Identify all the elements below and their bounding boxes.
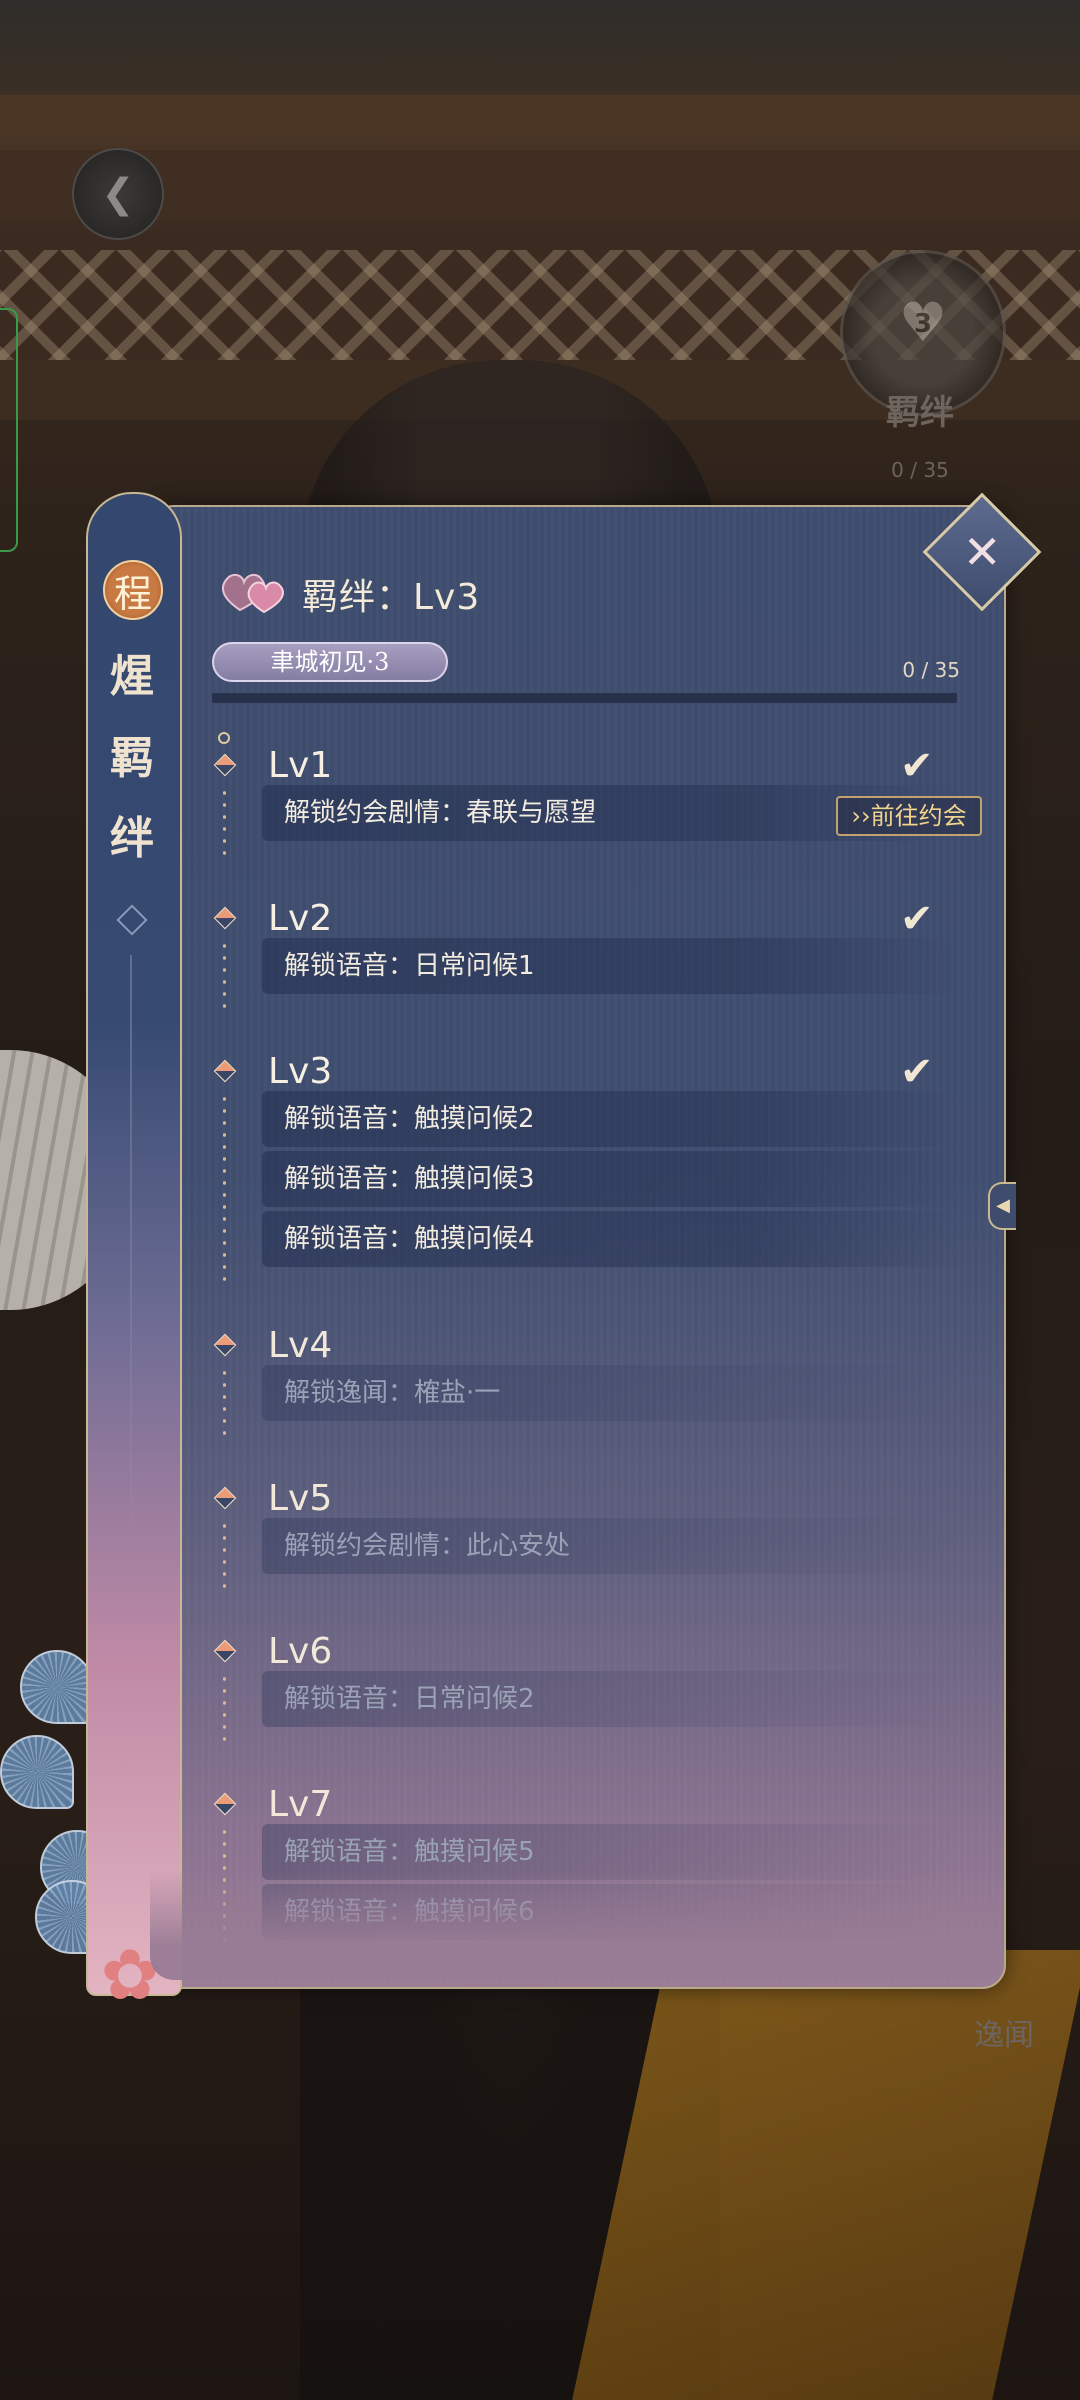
- timeline-dots: [223, 1520, 226, 1590]
- level-label: Lv5: [268, 1478, 333, 1519]
- reward-text: 解锁约会剧情：春联与愿望: [284, 798, 597, 828]
- reward-row: 解锁语音：触摸问候2: [262, 1091, 962, 1147]
- ginkgo-leaf-icon: [20, 1650, 94, 1724]
- reward-text: 解锁语音：触摸问候4: [284, 1224, 535, 1254]
- bond-emblem-progress: 0 / 35: [891, 458, 949, 482]
- timeline-dots: [223, 940, 226, 1010]
- level-diamond-icon: [213, 1333, 237, 1357]
- check-icon: ✔: [900, 1049, 934, 1095]
- level-diamond-icon: [213, 753, 237, 777]
- level-label: Lv3: [268, 1051, 333, 1092]
- bond-emblem-level: 3: [913, 309, 933, 339]
- ceiling-beam: [0, 95, 1080, 135]
- goto-date-button[interactable]: ››前往约会: [836, 796, 982, 836]
- bond-progress-text: 0 / 35: [902, 658, 960, 682]
- level-diamond-icon: [213, 1639, 237, 1663]
- side-tab-outline: [0, 308, 18, 552]
- level-diamond-icon: [213, 1792, 237, 1816]
- timeline-dots: [223, 1673, 226, 1743]
- anecdote-menu-label[interactable]: 逸闻: [944, 2010, 1064, 2054]
- reward-text: 解锁语音：触摸问候3: [284, 1164, 535, 1194]
- reward-row: 解锁语音：日常问候2: [262, 1671, 962, 1727]
- character-name-char: 煋: [110, 651, 154, 702]
- reward-row: 解锁约会剧情：此心安处: [262, 1518, 962, 1574]
- character-seal-icon: 程: [103, 560, 163, 620]
- collapse-tab[interactable]: ◀: [988, 1182, 1016, 1230]
- hearts-icon: [222, 574, 284, 614]
- reward-text: 解锁逸闻：榷盐·一: [284, 1378, 501, 1408]
- level-label: Lv1: [268, 745, 333, 786]
- level-label: Lv6: [268, 1631, 333, 1672]
- level-entry: Lv4 解锁逸闻：榷盐·一: [212, 1325, 992, 1437]
- level-entry: Lv5 解锁约会剧情：此心安处: [212, 1478, 992, 1590]
- bond-emblem-label: 羁绊: [886, 393, 954, 433]
- reward-text: 解锁语音：日常问候2: [284, 1684, 535, 1714]
- timeline-dots: [223, 787, 226, 857]
- close-icon: ✕: [962, 524, 1002, 579]
- ginkgo-leaf-icon: [0, 1735, 74, 1809]
- level-diamond-icon: [213, 1059, 237, 1083]
- check-icon: ✔: [900, 743, 934, 789]
- level-diamond-icon: [213, 906, 237, 930]
- bond-progress-bar: [212, 693, 957, 703]
- stage-badge: 聿城初见·3: [212, 642, 448, 682]
- level-entry: Lv2 ✔ 解锁语音：日常问候1: [212, 896, 992, 1010]
- reward-text: 解锁约会剧情：此心安处: [284, 1531, 571, 1561]
- level-entry: Lv3 ✔ 解锁语音：触摸问候2 解锁语音：触摸问候3 解锁语音：触摸问候4: [212, 1049, 992, 1283]
- reward-row: 解锁语音：日常问候1: [262, 938, 962, 994]
- list-fade-overlay: [150, 1870, 1002, 1980]
- character-side-strip: [86, 492, 182, 1996]
- timeline-dots: [223, 1093, 226, 1283]
- reward-row: 解锁语音：触摸问候4: [262, 1211, 962, 1267]
- bond-level-title: 羁绊：Lv3: [302, 577, 481, 618]
- level-label: Lv4: [268, 1325, 333, 1366]
- level-label: Lv2: [268, 898, 333, 939]
- reward-text: 解锁语音：日常问候1: [284, 951, 535, 981]
- reward-row: 解锁逸闻：榷盐·一: [262, 1365, 962, 1421]
- timeline-start-dot: [218, 732, 230, 744]
- timeline-dots: [223, 1367, 226, 1437]
- side-divider-line: [130, 955, 132, 1575]
- level-diamond-icon: [213, 1486, 237, 1510]
- back-arrow-icon: ❮: [101, 171, 135, 217]
- game-screen: ❮ ♥ 3 羁绊 0 / 35 逸闻 程 煋 羁 绊 ✿ ✕ ◀ 羁绊：Lv3 …: [0, 0, 1080, 2400]
- back-button[interactable]: ❮: [72, 148, 164, 240]
- bond-char: 绊: [110, 813, 154, 864]
- check-icon: ✔: [900, 896, 934, 942]
- reward-row: 解锁语音：触摸问候3: [262, 1151, 962, 1207]
- level-entry: Lv6 解锁语音：日常问候2: [212, 1631, 992, 1743]
- bond-char: 羁: [110, 733, 154, 784]
- reward-text: 解锁语音：触摸问候2: [284, 1104, 535, 1134]
- level-label: Lv7: [268, 1784, 333, 1825]
